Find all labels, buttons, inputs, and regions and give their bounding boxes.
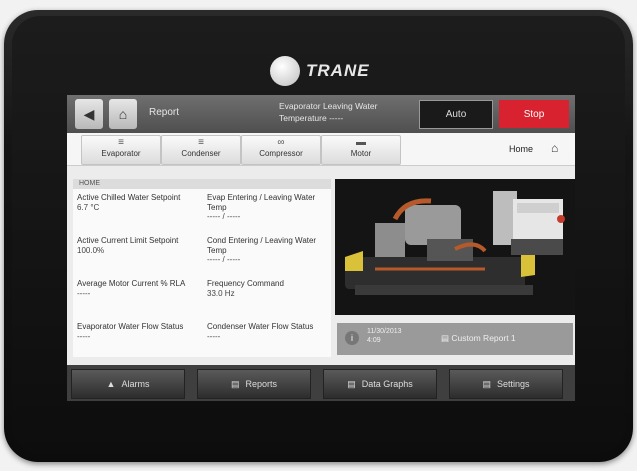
field-evap-entering-leaving[interactable]: Evap Entering / Leaving Water Temp -----…: [207, 193, 327, 222]
bottom-nav: ▲ Alarms ▤ Reports ▤ Data Graphs ▤ Setti…: [67, 365, 575, 401]
report-icon: ▤: [441, 333, 450, 343]
tab-label: Evaporator: [101, 149, 141, 158]
evap-leaving-water-readout: Evaporator Leaving Water Temperature ---…: [279, 100, 377, 124]
date-text: 11/30/2013: [367, 328, 402, 335]
home-nav-button[interactable]: ⌂: [109, 99, 137, 129]
brand-name: TRANE: [306, 61, 370, 80]
condenser-icon: ≡: [198, 137, 204, 148]
field-label: Average Motor Current % RLA: [77, 279, 186, 288]
alarms-label: Alarms: [121, 379, 150, 389]
field-label: Evaporator Water Flow Status: [77, 322, 184, 331]
alarms-button[interactable]: ▲ Alarms: [71, 369, 185, 399]
field-label: Evap Entering / Leaving Water Temp: [207, 193, 316, 212]
compressor-icon: ∞: [277, 137, 285, 148]
field-active-current-limit[interactable]: Active Current Limit Setpoint 100.0%: [77, 236, 197, 255]
back-arrow-icon: ◀: [83, 105, 95, 122]
tab-label: Compressor: [259, 149, 303, 158]
field-condenser-water-flow[interactable]: Condenser Water Flow Status -----: [207, 322, 327, 341]
field-value: -----: [77, 331, 91, 341]
field-value: ----- / -----: [207, 255, 241, 264]
info-icon[interactable]: i: [345, 331, 359, 345]
nav-title: Report: [149, 107, 180, 118]
evaporator-icon: ≡: [118, 137, 124, 148]
tab-condenser[interactable]: ≡ Condenser: [161, 135, 241, 165]
field-label: Condenser Water Flow Status: [207, 322, 314, 331]
settings-label: Settings: [496, 379, 530, 389]
brand-logo: TRANE: [270, 56, 370, 86]
motor-icon: ▬: [356, 137, 366, 148]
report-icon: ▤: [230, 378, 240, 389]
field-value: 100.0%: [77, 245, 105, 255]
field-label: Active Chilled Water Setpoint: [77, 193, 181, 202]
home-icon: ⌂: [118, 106, 128, 122]
settings-button[interactable]: ▤ Settings: [449, 369, 563, 399]
field-value: ----- / -----: [207, 212, 241, 221]
reports-button[interactable]: ▤ Reports: [197, 369, 311, 399]
report-label: Custom Report 1: [451, 333, 516, 343]
trane-logo-icon: [270, 56, 300, 86]
section-header: HOME: [73, 179, 331, 189]
field-value: -----: [207, 331, 221, 341]
settings-icon: ▤: [482, 378, 491, 389]
field-evaporator-water-flow[interactable]: Evaporator Water Flow Status -----: [77, 322, 197, 341]
back-button[interactable]: ◀: [75, 99, 103, 129]
field-label: Cond Entering / Leaving Water Temp: [207, 236, 317, 255]
field-cond-entering-leaving[interactable]: Cond Entering / Leaving Water Temp -----…: [207, 236, 327, 265]
evap-label: Evaporator Leaving Water: [279, 101, 378, 111]
field-value: -----: [77, 288, 91, 298]
top-bar: ◀ ⌂ Report Evaporator Leaving Water Temp…: [67, 95, 575, 133]
field-value: 33.0 Hz: [207, 288, 235, 298]
evap-value: Temperature -----: [279, 113, 344, 123]
tab-label: Motor: [350, 149, 372, 158]
tab-compressor[interactable]: ∞ Compressor: [241, 135, 321, 165]
field-average-motor-current[interactable]: Average Motor Current % RLA -----: [77, 279, 197, 298]
field-value: 6.7 °C: [77, 202, 100, 212]
field-label: Frequency Command: [207, 279, 284, 288]
component-tabs: ≡ Evaporator ≡ Condenser ∞ Compressor ▬ …: [67, 133, 575, 166]
stop-button[interactable]: Stop: [499, 100, 569, 128]
field-active-chilled-water-setpoint[interactable]: Active Chilled Water Setpoint 6.7 °C: [77, 193, 197, 212]
custom-report-button[interactable]: ▤ Custom Report 1: [441, 333, 516, 344]
tab-label: Condenser: [181, 149, 221, 158]
field-label: Active Current Limit Setpoint: [77, 236, 179, 245]
touch-screen: ◀ ⌂ Report Evaporator Leaving Water Temp…: [67, 95, 575, 401]
tab-evaporator[interactable]: ≡ Evaporator: [81, 135, 161, 165]
data-graphs-label: Data Graphs: [361, 379, 413, 389]
reports-label: Reports: [245, 379, 278, 389]
status-bar: i 11/30/2013 4:09 ▤ Custom Report 1: [337, 323, 573, 355]
chiller-illustration: [335, 179, 575, 315]
graph-icon: ▤: [347, 378, 356, 389]
datetime-readout: 11/30/2013 4:09: [367, 327, 402, 345]
home-label: Home: [509, 144, 534, 154]
tab-motor[interactable]: ▬ Motor: [321, 135, 401, 165]
data-graphs-button[interactable]: ▤ Data Graphs: [323, 369, 437, 399]
chiller-image: [335, 179, 575, 315]
field-frequency-command[interactable]: Frequency Command 33.0 Hz: [207, 279, 327, 298]
alarm-icon: ▲: [106, 379, 116, 389]
data-panel: HOME Active Chilled Water Setpoint 6.7 °…: [73, 179, 331, 357]
home-icon[interactable]: ⌂: [551, 141, 558, 155]
auto-button[interactable]: Auto: [419, 100, 493, 129]
time-text: 4:09: [367, 337, 381, 344]
